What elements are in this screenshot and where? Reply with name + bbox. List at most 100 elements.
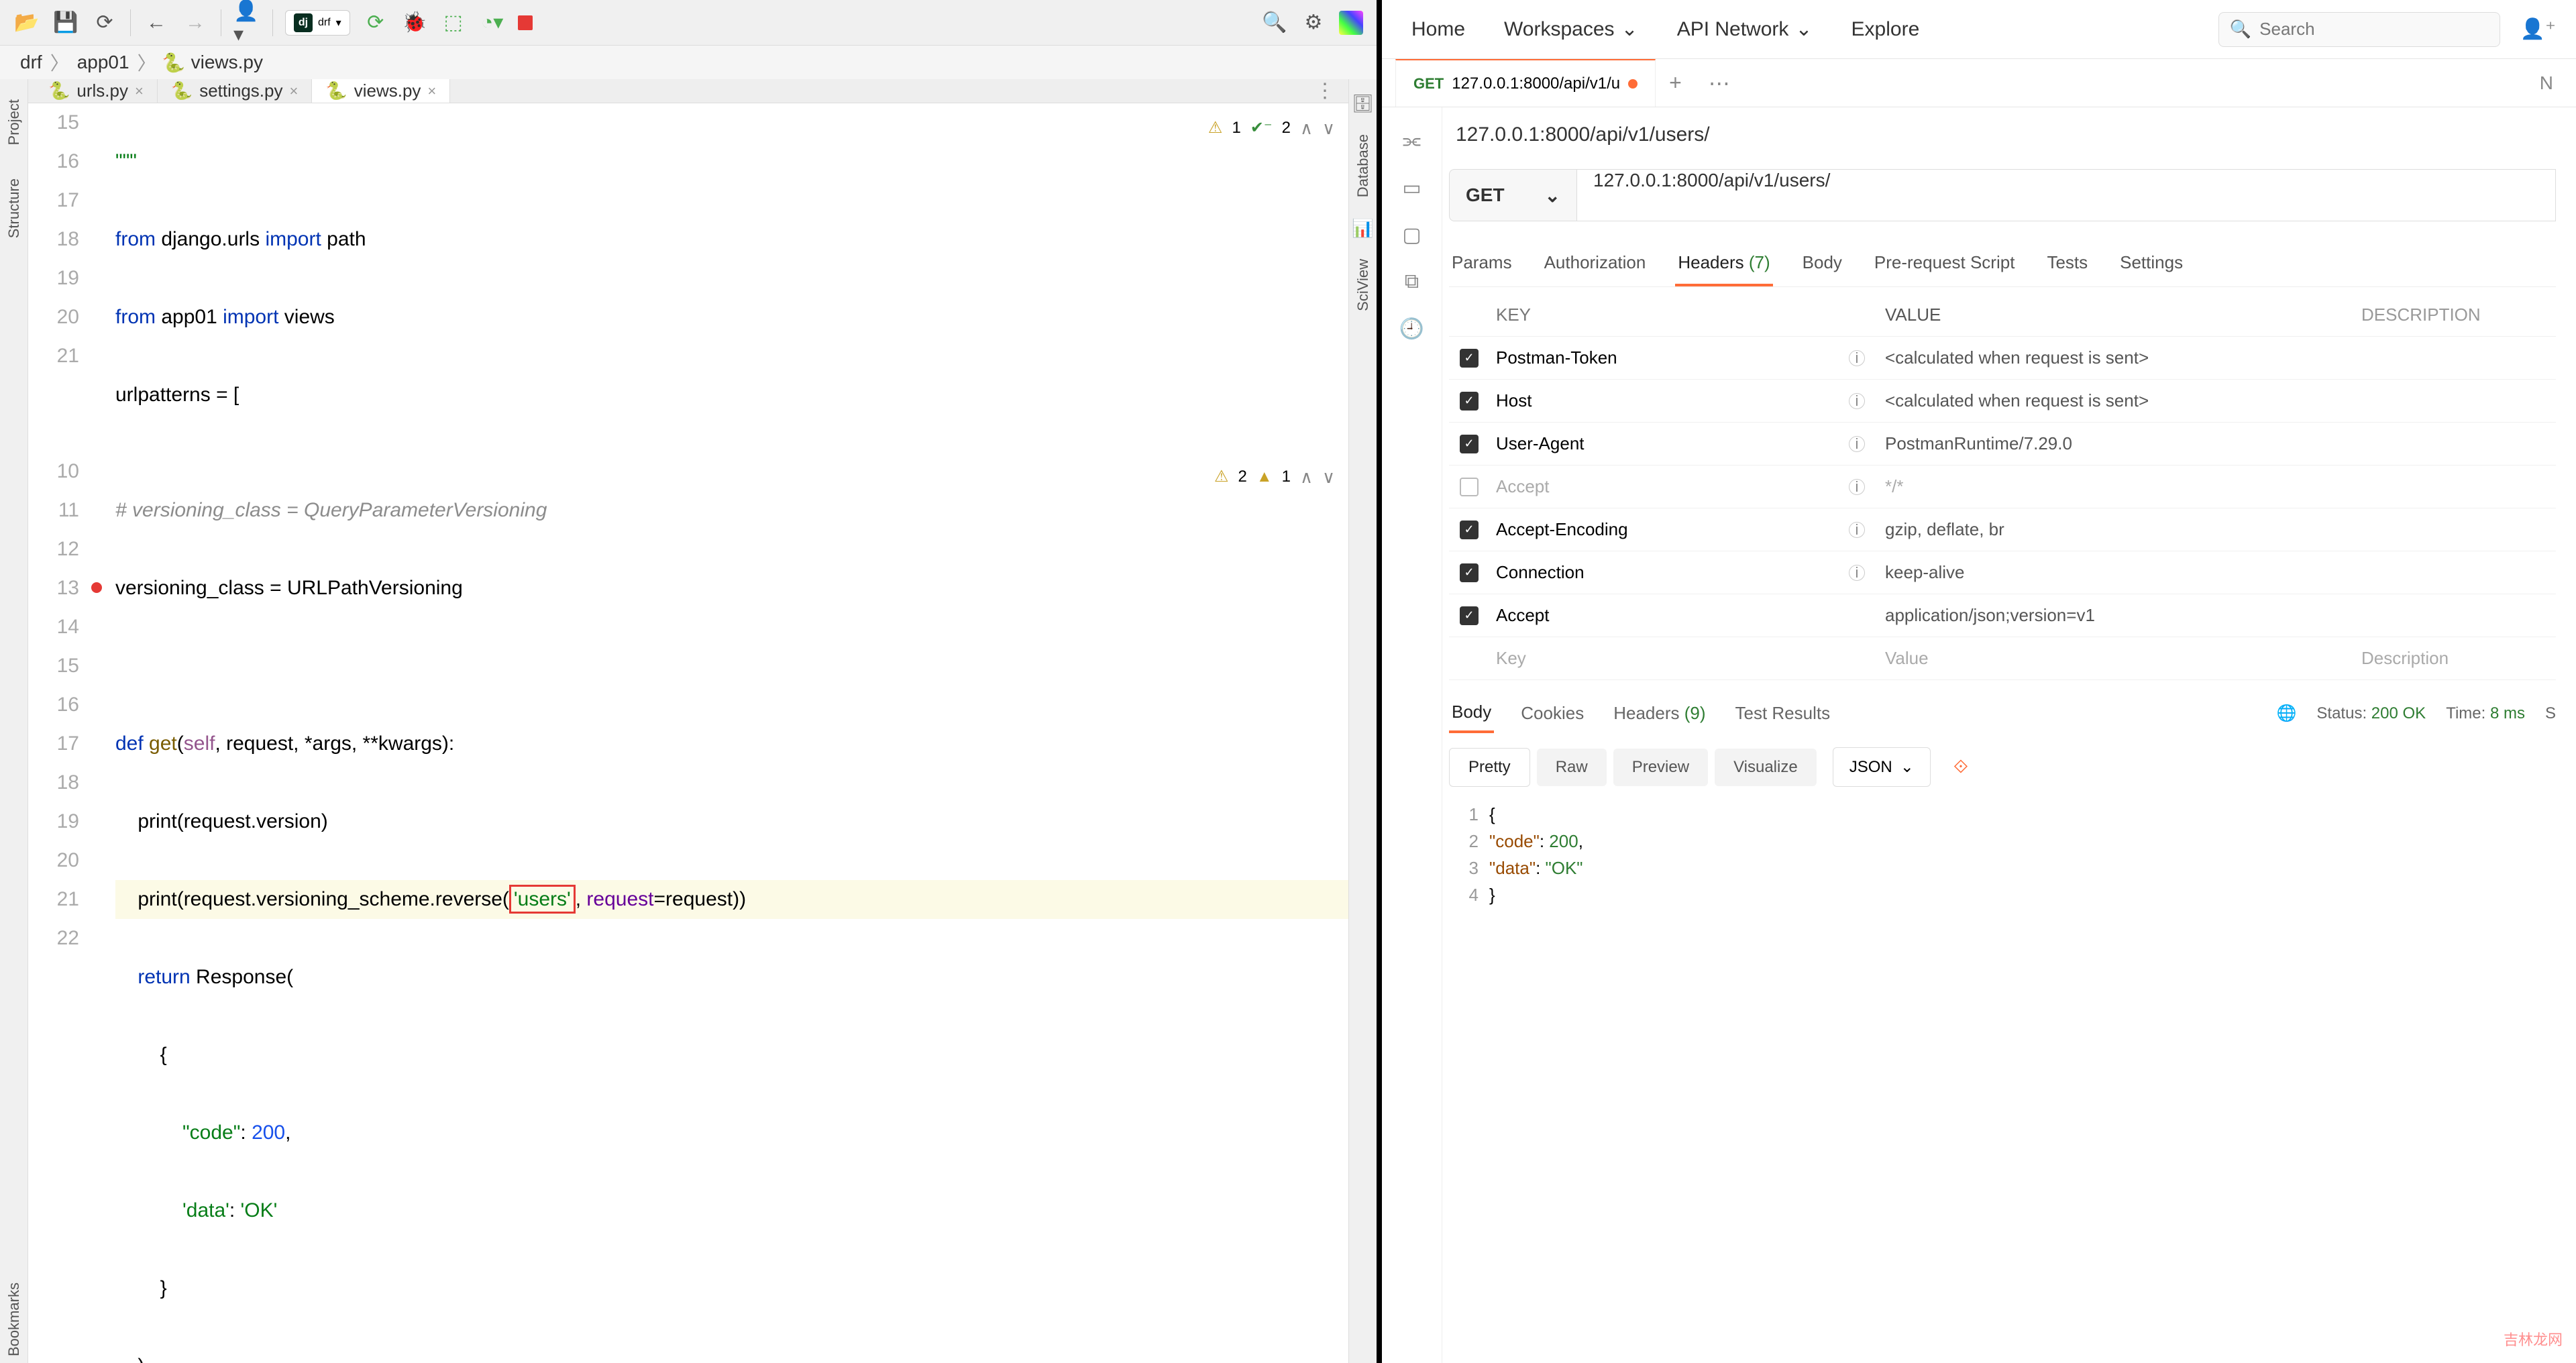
header-row[interactable]: Accepti*/* [1449, 466, 2556, 508]
debug-icon[interactable]: 🐞 [401, 9, 428, 36]
run-icon[interactable]: ⟳ [362, 9, 389, 36]
env-icon[interactable]: ▢ [1399, 221, 1426, 248]
coverage-icon[interactable]: ⬚ [440, 9, 467, 36]
next-icon[interactable]: ∨ [1322, 109, 1335, 148]
tab-views[interactable]: 🐍views.py× [312, 79, 450, 103]
settings-icon[interactable]: ⚙ [1300, 9, 1327, 36]
format-selector[interactable]: JSON⌄ [1833, 747, 1931, 787]
checkbox-icon[interactable]: ✓ [1460, 392, 1479, 411]
view-raw[interactable]: Raw [1537, 749, 1607, 786]
subtab-headers[interactable]: Headers (7) [1675, 241, 1772, 286]
history-icon[interactable]: 🕘 [1399, 315, 1426, 342]
checkbox-icon[interactable]: ✓ [1460, 521, 1479, 539]
profile-icon[interactable]: ◔▾ [479, 9, 506, 36]
search-input[interactable]: 🔍 Search [2218, 12, 2500, 47]
view-pretty[interactable]: Pretty [1449, 748, 1530, 787]
breadcrumb-item[interactable]: views.py [191, 52, 263, 73]
info-icon[interactable]: i [1849, 522, 1865, 538]
nav-api-network[interactable]: API Network⌄ [1668, 11, 1822, 48]
checkbox-icon[interactable]: ✓ [1460, 563, 1479, 582]
request-name[interactable]: 127.0.0.1:8000/api/v1/users/ [1449, 107, 2556, 162]
header-row[interactable]: ✓Hosti<calculated when request is sent> [1449, 380, 2556, 423]
close-icon[interactable]: × [289, 83, 298, 100]
subtab-body[interactable]: Body [1800, 241, 1845, 286]
info-icon[interactable]: i [1849, 350, 1865, 366]
project-tool[interactable]: Project [5, 93, 23, 152]
request-tab[interactable]: GET 127.0.0.1:8000/api/v1/u [1395, 59, 1656, 107]
info-icon[interactable]: i [1849, 565, 1865, 581]
breakpoint-icon[interactable] [91, 582, 102, 593]
view-visualize[interactable]: Visualize [1715, 749, 1817, 786]
run-config-selector[interactable]: dj drf ▾ [285, 10, 350, 36]
inspection-widget[interactable]: ⚠1 ✔⁻2 ∧ ∨ [1208, 109, 1335, 148]
prev-icon[interactable]: ∧ [1300, 109, 1313, 148]
back-icon[interactable]: ← [143, 9, 170, 36]
close-icon[interactable]: × [427, 83, 436, 100]
checkbox-icon[interactable]: ✓ [1460, 606, 1479, 625]
code-editor[interactable]: 10111213141516171819202122 # versioning_… [28, 452, 1348, 1363]
sciview-icon[interactable]: 📊 [1352, 217, 1374, 239]
tab-urls[interactable]: 🐍urls.py× [35, 79, 158, 103]
header-row-new[interactable]: KeyValueDescription [1449, 637, 2556, 680]
forward-icon[interactable]: → [182, 9, 209, 36]
nav-explore[interactable]: Explore [1842, 11, 1929, 48]
stop-icon[interactable] [518, 15, 533, 30]
resp-tab-headers[interactable]: Headers (9) [1611, 695, 1708, 732]
method-selector[interactable]: GET⌄ [1449, 169, 1576, 221]
resp-tab-body[interactable]: Body [1449, 694, 1494, 733]
view-preview[interactable]: Preview [1613, 749, 1708, 786]
vcs-icon[interactable]: 👤▾ [233, 9, 260, 36]
info-icon[interactable]: i [1849, 436, 1865, 452]
structure-tool[interactable]: Structure [5, 172, 23, 245]
checkbox-icon[interactable]: ✓ [1460, 435, 1479, 453]
inspection-widget[interactable]: ⚠2 ▲1 ∧ ∨ [1214, 457, 1335, 496]
next-icon[interactable]: ∨ [1322, 457, 1335, 496]
subtab-tests[interactable]: Tests [2044, 241, 2090, 286]
subtab-params[interactable]: Params [1449, 241, 1515, 286]
codewithme-icon[interactable] [1339, 11, 1363, 35]
info-icon[interactable]: i [1849, 393, 1865, 409]
invite-icon[interactable]: 👤⁺ [2520, 17, 2556, 41]
wrap-lines-icon[interactable]: ⟐ [1944, 747, 1978, 787]
search-icon[interactable]: 🔍 [1261, 9, 1288, 36]
mock-icon[interactable]: ⧉ [1399, 268, 1426, 295]
database-tool[interactable]: Database [1354, 127, 1372, 204]
checkbox-icon[interactable] [1460, 478, 1479, 496]
chevron-down-icon: ⌄ [1545, 184, 1560, 207]
header-row[interactable]: ✓Accept-Encodingigzip, deflate, br [1449, 508, 2556, 551]
nav-home[interactable]: Home [1402, 11, 1474, 48]
resp-tab-results[interactable]: Test Results [1733, 695, 1833, 732]
subtab-settings[interactable]: Settings [2117, 241, 2186, 286]
close-icon[interactable]: × [135, 83, 144, 100]
prev-icon[interactable]: ∧ [1300, 457, 1313, 496]
tab-options-icon[interactable]: ⋯ [1695, 70, 1743, 96]
globe-icon[interactable]: 🌐 [2277, 704, 2297, 723]
apis-icon[interactable]: ▭ [1399, 174, 1426, 201]
breadcrumb-item[interactable]: app01 [77, 52, 129, 73]
resp-tab-cookies[interactable]: Cookies [1518, 695, 1587, 732]
header-row[interactable]: ✓User-AgentiPostmanRuntime/7.29.0 [1449, 423, 2556, 466]
subtab-auth[interactable]: Authorization [1542, 241, 1649, 286]
tab-settings[interactable]: 🐍settings.py× [158, 79, 313, 103]
checkbox-icon[interactable]: ✓ [1460, 349, 1479, 368]
bookmarks-tool[interactable]: Bookmarks [5, 1276, 23, 1363]
chevron-right-icon: 〉 [50, 49, 69, 76]
breadcrumb-item[interactable]: drf [20, 52, 42, 73]
env-icon[interactable]: N [2530, 72, 2563, 94]
url-input[interactable]: 127.0.0.1:8000/api/v1/users/ [1576, 169, 2556, 221]
tab-menu-icon[interactable]: ⋮ [1315, 79, 1348, 103]
nav-workspaces[interactable]: Workspaces⌄ [1495, 11, 1648, 48]
header-row[interactable]: ✓Postman-Tokeni<calculated when request … [1449, 337, 2556, 380]
save-icon[interactable]: 💾 [52, 9, 79, 36]
header-row[interactable]: ✓Acceptapplication/json;version=v1 [1449, 594, 2556, 637]
response-body[interactable]: 1234 { "code": 200, "data": "OK" } [1449, 801, 2556, 908]
sciview-tool[interactable]: SciView [1354, 252, 1372, 318]
header-row[interactable]: ✓Connectionikeep-alive [1449, 551, 2556, 594]
database-icon[interactable]: 🗄 [1352, 93, 1374, 114]
info-icon[interactable]: i [1849, 479, 1865, 495]
sync-icon[interactable]: ⟳ [91, 9, 118, 36]
subtab-prerequest[interactable]: Pre-request Script [1872, 241, 2018, 286]
collections-icon[interactable]: ⫘ [1399, 127, 1426, 154]
open-icon[interactable]: 📂 [13, 9, 40, 36]
new-tab-icon[interactable]: + [1656, 70, 1695, 95]
